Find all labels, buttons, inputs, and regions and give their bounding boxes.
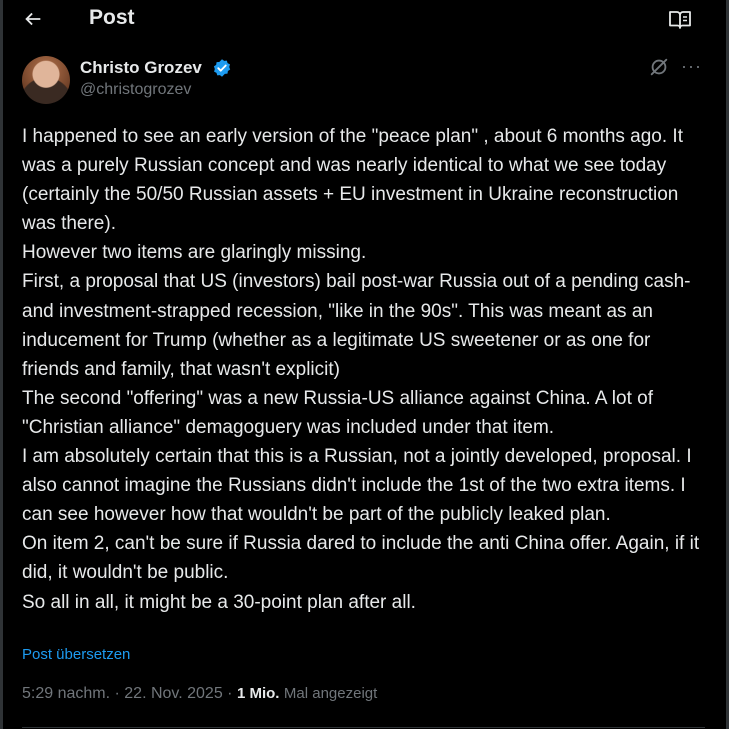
avatar[interactable] [22,56,70,104]
grok-icon[interactable] [648,56,670,78]
post-body-text: I happened to see an early version of th… [22,126,700,613]
verified-badge-icon[interactable] [212,58,232,78]
post-time[interactable]: 5:29 nachm. [22,685,110,702]
translate-post-link[interactable]: Post übersetzen [22,646,130,663]
page-title: Post [89,6,135,29]
window-border-left [0,0,3,729]
views-count: 1 Mio. [236,685,280,702]
meta-separator: · [110,685,125,702]
author-name[interactable]: Christo Grozev [80,58,202,78]
book-open-icon[interactable] [668,9,692,31]
meta-separator: · [222,685,237,702]
arrow-left-icon[interactable] [22,8,44,30]
author-handle[interactable]: @christogrozev [80,81,191,99]
post-metadata: 5:29 nachm. · 22. Nov. 2025 · 1 Mio. Mal… [22,685,377,703]
views-label: Mal angezeigt [283,685,378,702]
divider [22,727,705,728]
more-options-icon[interactable]: ··· [681,56,703,78]
post-header: Post [0,0,729,40]
post-date[interactable]: 22. Nov. 2025 [124,685,222,702]
